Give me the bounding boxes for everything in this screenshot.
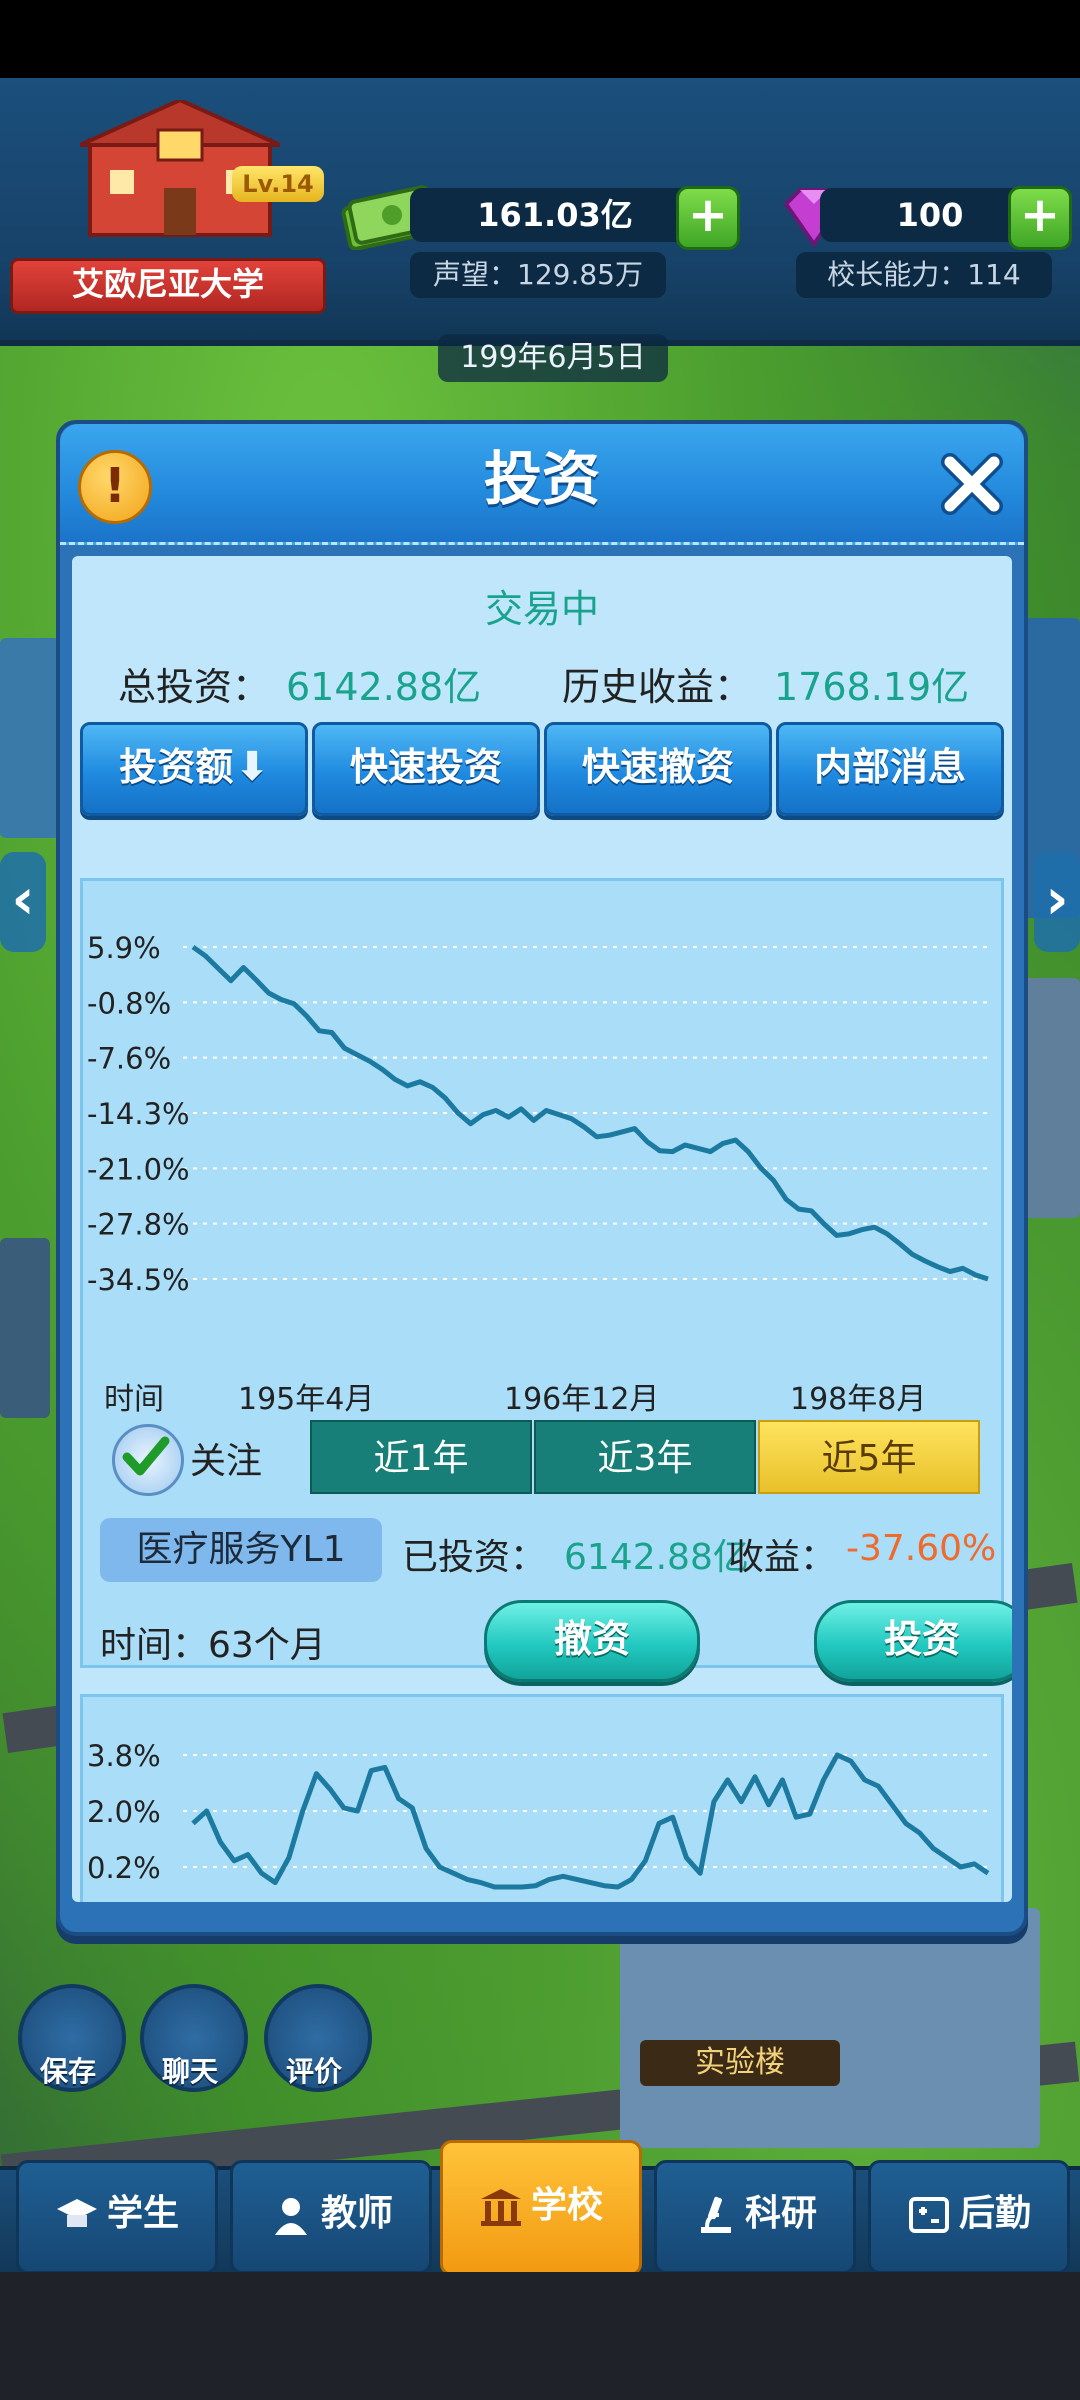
- nav-school-label: 学校: [530, 2185, 603, 2226]
- dialog-title: 投资: [483, 445, 600, 513]
- history-income-label: 历史收益：: [562, 665, 753, 709]
- review-label: 评价: [285, 2055, 342, 2088]
- history-income-value: 1768.19亿: [774, 665, 970, 709]
- y-tick-label: -14.3%: [87, 1097, 190, 1131]
- range-1-year-button[interactable]: 近1年: [310, 1420, 532, 1494]
- left-arrow-icon[interactable]: ‹: [0, 852, 46, 952]
- x-tick-label: 196年12月: [504, 1382, 660, 1417]
- gem-display: 100: [820, 188, 1040, 242]
- nav-research[interactable]: 科研: [654, 2160, 856, 2274]
- logistics-icon: [908, 2197, 949, 2233]
- level-badge: Lv.14: [232, 166, 324, 202]
- range-3-year-button[interactable]: 近3年: [534, 1420, 756, 1494]
- invested-label: 已投资：: [402, 1537, 547, 1578]
- trading-status: 交易中: [484, 587, 599, 631]
- nav-logistics[interactable]: 后勤: [868, 2160, 1070, 2274]
- school-building-icon: [480, 2189, 521, 2226]
- fund-name: 医疗服务YL1: [100, 1518, 382, 1582]
- total-investment-value: 6142.88亿: [286, 665, 482, 709]
- add-money-button[interactable]: +: [676, 186, 740, 250]
- system-nav-strip: [0, 2272, 1080, 2400]
- insider-news-button[interactable]: 内部消息: [776, 722, 1004, 816]
- close-icon[interactable]: [936, 448, 1008, 520]
- right-arrow-icon[interactable]: ›: [1034, 852, 1080, 952]
- microscope-icon: [700, 2196, 731, 2233]
- total-investment-label: 总投资：: [118, 665, 271, 709]
- invest-button[interactable]: 投资: [814, 1600, 1012, 1682]
- income-value: -37.60%: [846, 1528, 997, 1569]
- investment-amount-button[interactable]: 投资额⬇: [80, 722, 308, 816]
- withdraw-button[interactable]: 撤资: [484, 1600, 700, 1682]
- money-display: 161.03亿: [410, 188, 700, 242]
- y-tick-label: 5.9%: [87, 931, 161, 965]
- range-5-year-button[interactable]: 近5年: [758, 1420, 980, 1494]
- y-tick-label: -7.6%: [87, 1042, 171, 1076]
- lab-building-label[interactable]: 实验楼: [640, 2040, 840, 2086]
- dialog-body: 交易中 总投资： 6142.88亿 历史收益： 1768.19亿 投资额⬇ 快速…: [72, 556, 1012, 1902]
- follow-label: 关注: [190, 1441, 263, 1482]
- x-tick-label: 195年4月: [238, 1382, 375, 1417]
- second-chart: 3.8% 2.0% 0.2%: [87, 1739, 990, 1890]
- y-tick-label: -21.0%: [87, 1152, 190, 1186]
- save-label: 保存: [39, 2055, 96, 2088]
- status-strip: [0, 0, 1080, 78]
- person-icon: [274, 2198, 307, 2235]
- follow-checkbox[interactable]: [112, 1424, 184, 1496]
- y-tick-label: -34.5%: [87, 1263, 190, 1297]
- principal-ability-display: 校长能力：114: [796, 252, 1052, 298]
- invested-value: 6142.88亿: [564, 1537, 749, 1578]
- income-label: 收益：: [728, 1537, 837, 1578]
- nav-school[interactable]: 学校: [440, 2140, 642, 2276]
- checkmark-icon: [122, 1436, 170, 1476]
- arrow-down-icon: ⬇: [235, 744, 269, 790]
- time-label: 时间：: [100, 1625, 209, 1666]
- investment-dialog: ! 投资 交易中 总投资： 6142.88亿 历史收益： 1768.19亿 投资…: [56, 420, 1028, 1936]
- y-tick-label: -0.8%: [87, 986, 171, 1020]
- add-gems-button[interactable]: +: [1008, 186, 1072, 250]
- quick-invest-button[interactable]: 快速投资: [312, 722, 540, 816]
- y-tick-label: 2.0%: [87, 1795, 161, 1829]
- y-tick-label: 0.2%: [87, 1851, 161, 1885]
- time-value: 63个月: [208, 1625, 326, 1666]
- chat-label: 聊天: [161, 2055, 218, 2088]
- x-tick-label: 198年8月: [790, 1382, 927, 1417]
- nav-logistics-label: 后勤: [958, 2193, 1031, 2234]
- nav-students-label: 学生: [106, 2193, 179, 2234]
- quick-withdraw-button[interactable]: 快速撤资: [544, 722, 772, 816]
- nav-students[interactable]: 学生: [16, 2160, 218, 2274]
- game-date: 199年6月5日: [438, 334, 668, 382]
- investment-amount-label: 投资额: [119, 745, 234, 789]
- x-axis-label: 时间: [104, 1382, 164, 1417]
- series-line: [191, 1752, 990, 1890]
- nav-teachers[interactable]: 教师: [230, 2160, 432, 2274]
- graduation-cap-icon: [56, 2199, 97, 2227]
- nav-research-label: 科研: [744, 2193, 817, 2234]
- university-name[interactable]: 艾欧尼亚大学: [10, 258, 326, 314]
- y-tick-label: -27.8%: [87, 1208, 190, 1242]
- y-tick-label: 3.8%: [87, 1739, 161, 1773]
- second-chart-panel: 3.8% 2.0% 0.2%: [80, 1694, 1004, 1902]
- reputation-display: 声望：129.85万: [410, 252, 666, 298]
- series-line: [191, 944, 989, 1282]
- nav-teachers-label: 教师: [320, 2193, 393, 2234]
